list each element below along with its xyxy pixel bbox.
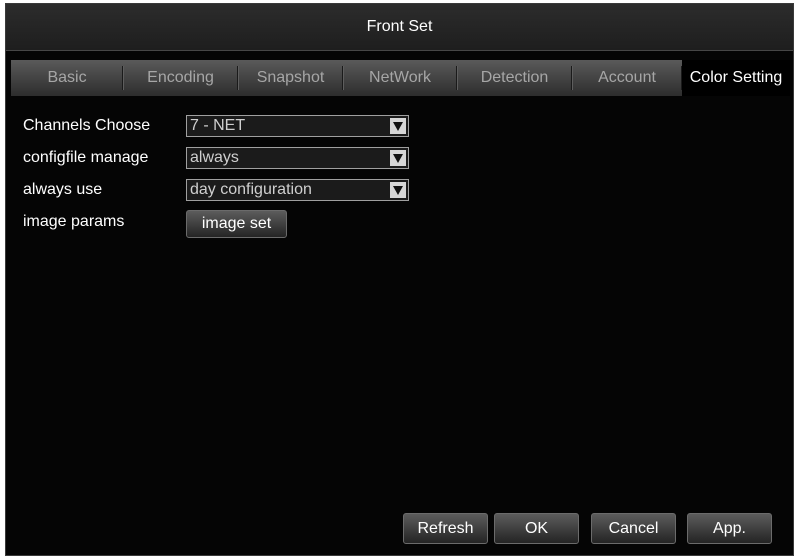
image-params-row: image params <box>23 211 186 233</box>
tab-account[interactable]: Account <box>572 60 682 96</box>
refresh-button[interactable]: Refresh <box>403 513 488 544</box>
tab-bar: Basic Encoding Snapshot NetWork Detectio… <box>11 60 790 96</box>
channels-choose-value: 7 - NET <box>190 117 246 134</box>
tab-detection[interactable]: Detection <box>457 60 572 96</box>
triangle-down-icon[interactable] <box>390 182 406 198</box>
tab-snapshot[interactable]: Snapshot <box>238 60 343 96</box>
always-use-row: always use day configuration <box>23 179 409 201</box>
cancel-button[interactable]: Cancel <box>591 513 676 544</box>
tab-network[interactable]: NetWork <box>343 60 457 96</box>
apply-button[interactable]: App. <box>687 513 772 544</box>
triangle-down-icon[interactable] <box>390 150 406 166</box>
image-set-button[interactable]: image set <box>186 210 287 238</box>
tab-color-setting[interactable]: Color Setting <box>682 60 790 96</box>
always-use-label: always use <box>23 181 103 198</box>
tab-encoding[interactable]: Encoding <box>123 60 238 96</box>
channels-choose-row: Channels Choose 7 - NET <box>23 115 409 137</box>
front-set-dialog: Front Set Basic Encoding Snapshot NetWor… <box>5 3 794 556</box>
triangle-down-icon[interactable] <box>390 118 406 134</box>
dialog-title: Front Set <box>366 18 433 35</box>
always-use-value: day configuration <box>190 181 312 198</box>
configfile-manage-label: configfile manage <box>23 149 149 166</box>
configfile-manage-dropdown[interactable]: always <box>186 147 409 169</box>
ok-button[interactable]: OK <box>494 513 579 544</box>
tab-basic[interactable]: Basic <box>11 60 123 96</box>
always-use-dropdown[interactable]: day configuration <box>186 179 409 201</box>
image-params-label: image params <box>23 213 125 230</box>
configfile-manage-value: always <box>190 149 239 166</box>
channels-choose-label: Channels Choose <box>23 117 151 134</box>
configfile-manage-row: configfile manage always <box>23 147 409 169</box>
channels-choose-dropdown[interactable]: 7 - NET <box>186 115 409 137</box>
dialog-title-bar: Front Set <box>6 4 793 51</box>
